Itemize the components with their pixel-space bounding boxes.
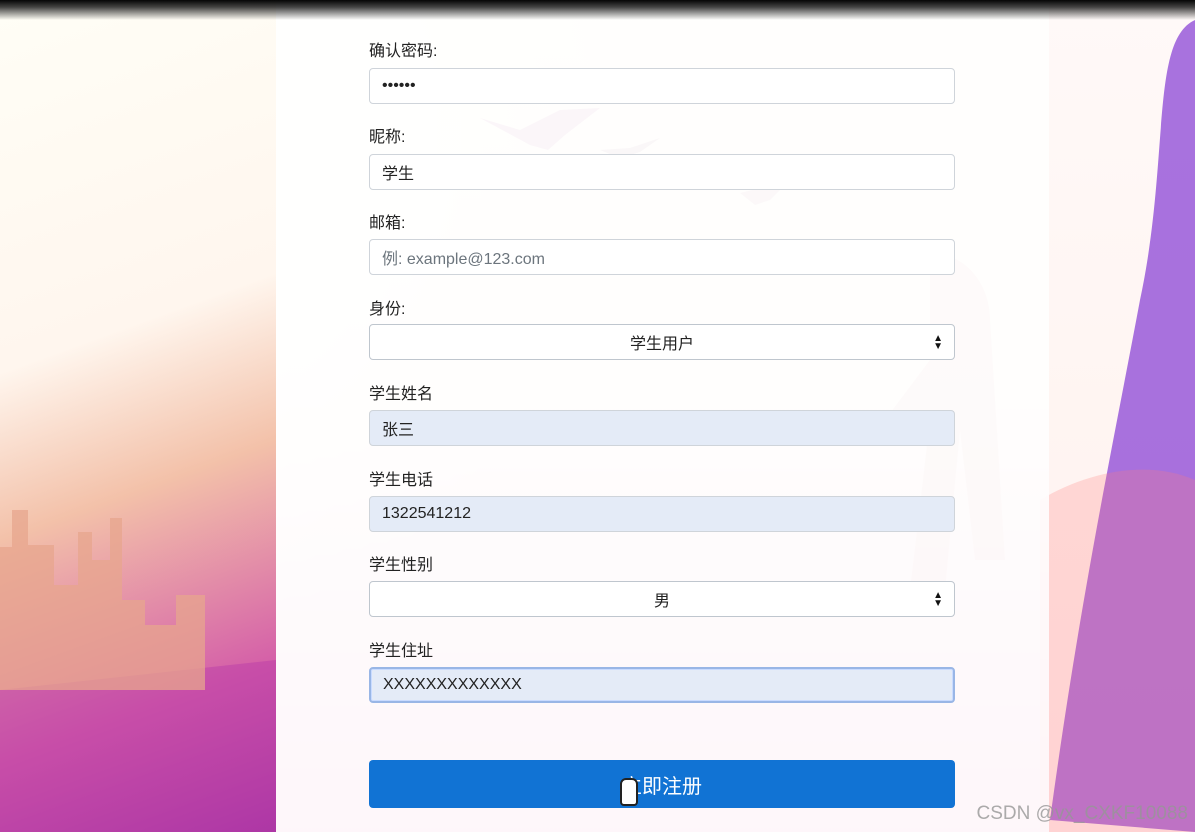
- nickname-field[interactable]: 学生: [369, 154, 955, 190]
- student-name-label: 学生姓名: [369, 386, 434, 403]
- role-select[interactable]: 学生用户 ▲ ▼: [369, 324, 955, 360]
- csdn-watermark: CSDN @vx_CXKF10088: [976, 803, 1188, 824]
- student-address-field[interactable]: XXXXXXXXXXXXX: [369, 667, 955, 703]
- role-selected-value: 学生用户: [629, 336, 694, 353]
- student-phone-field[interactable]: 1322541212: [369, 496, 955, 532]
- role-label: 身份:: [369, 301, 406, 318]
- nickname-value: 学生: [382, 166, 415, 183]
- email-label: 邮箱:: [369, 215, 406, 232]
- register-button[interactable]: 立即注册: [369, 760, 955, 808]
- updown-chevron-icon: ▲ ▼: [933, 590, 943, 609]
- student-gender-selected-value: 男: [653, 593, 670, 610]
- updown-chevron-icon: ▲ ▼: [933, 333, 943, 352]
- student-phone-value: 1322541212: [382, 505, 471, 522]
- nickname-label: 昵称:: [369, 129, 406, 146]
- hand-cursor-icon: [620, 778, 638, 806]
- confirm-password-field[interactable]: ••••••: [369, 68, 955, 104]
- student-address-value: XXXXXXXXXXXXX: [383, 676, 522, 693]
- student-address-label: 学生住址: [369, 643, 434, 660]
- confirm-password-value: ••••••: [382, 77, 416, 94]
- top-shadow: [0, 0, 1195, 20]
- email-placeholder: 例: example@123.com: [382, 251, 545, 268]
- email-field[interactable]: 例: example@123.com: [369, 239, 955, 275]
- student-gender-select[interactable]: 男 ▲ ▼: [369, 581, 955, 617]
- student-phone-label: 学生电话: [369, 472, 434, 489]
- student-name-value: 张三: [382, 422, 415, 439]
- confirm-password-label: 确认密码:: [369, 43, 438, 60]
- student-gender-label: 学生性别: [369, 557, 434, 574]
- student-name-field[interactable]: 张三: [369, 410, 955, 446]
